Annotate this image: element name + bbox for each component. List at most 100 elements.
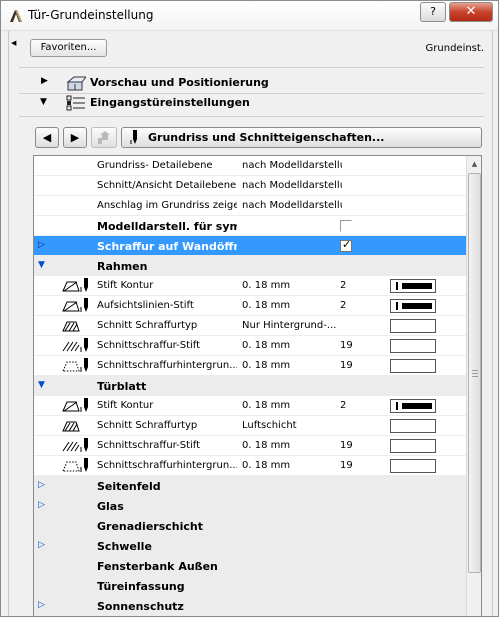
group-row[interactable]: ▷ Glas xyxy=(34,496,466,516)
group-row[interactable]: Fensterbank Außen xyxy=(34,556,466,576)
empty-preview-box[interactable] xyxy=(390,359,436,373)
property-row[interactable]: Schnittschraffurhintergrun... 0. 18 mm 19 xyxy=(34,356,466,376)
previous-page-button[interactable]: ◀ xyxy=(35,127,59,148)
favorites-button[interactable]: Favoriten... xyxy=(30,39,107,57)
door-preview-icon xyxy=(66,76,86,91)
property-value[interactable]: 0. 18 mm xyxy=(242,340,342,351)
thumb-grip xyxy=(472,373,478,374)
property-value[interactable]: 0. 18 mm xyxy=(242,300,342,311)
close-button[interactable]: ✕ xyxy=(449,2,493,22)
pen-tick xyxy=(396,282,398,290)
property-row[interactable]: Schnitt Schraffurtyp Luftschicht xyxy=(34,416,466,436)
pen-number[interactable]: 19 xyxy=(340,460,360,471)
divider xyxy=(19,67,484,68)
collapse-left-icon[interactable]: ◀ xyxy=(11,39,16,47)
property-row[interactable]: Modelldarstell. für sym... xyxy=(34,216,466,236)
pen-icon xyxy=(80,298,90,313)
property-row[interactable]: Anschlag im Grundriss zeigen nach Modelld… xyxy=(34,196,466,216)
pen-icon xyxy=(80,458,90,473)
property-row[interactable]: Stift Kontur 0. 18 mm 2 xyxy=(34,276,466,296)
pen-line-preview[interactable] xyxy=(390,279,436,293)
vertical-scrollbar[interactable]: ▲ xyxy=(466,156,481,616)
triangle-right-icon[interactable]: ▷ xyxy=(38,540,45,550)
triangle-right-icon[interactable]: ▷ xyxy=(38,480,45,490)
property-row[interactable]: Grundriss- Detailebene nach Modelldarstel… xyxy=(34,156,466,176)
triangle-right-icon[interactable]: ▷ xyxy=(38,500,45,510)
property-row[interactable]: Stift Kontur 0. 18 mm 2 xyxy=(34,396,466,416)
property-label: Aufsichtslinien-Stift xyxy=(97,300,194,311)
thumb-grip xyxy=(472,376,478,377)
panel-title: Grundriss und Schnitteigenschaften... xyxy=(148,131,385,144)
property-row[interactable]: ▷ Schraffur auf Wandöffnung xyxy=(34,236,466,256)
triangle-down-icon[interactable]: ▼ xyxy=(38,260,45,270)
fill-type-icon xyxy=(62,459,80,472)
property-row[interactable]: Schnittschraffur-Stift 0. 18 mm 19 xyxy=(34,336,466,356)
divider xyxy=(19,116,484,117)
property-value[interactable]: nach Modelldarstellung xyxy=(242,160,342,171)
triangle-down-icon[interactable]: ▼ xyxy=(40,97,47,107)
group-row[interactable]: ▷ Schwelle xyxy=(34,536,466,556)
property-value[interactable]: Nur Hintergrund-... xyxy=(242,320,342,331)
property-label: Seitenfeld xyxy=(97,480,161,493)
triangle-right-icon[interactable]: ▶ xyxy=(41,76,48,86)
scrollbar-thumb[interactable] xyxy=(468,173,481,573)
up-level-button[interactable] xyxy=(91,127,117,148)
pen-tick xyxy=(396,302,398,310)
empty-preview-box[interactable] xyxy=(390,439,436,453)
triangle-right-icon[interactable]: ▷ xyxy=(38,240,45,250)
empty-preview-box[interactable] xyxy=(390,419,436,433)
property-value[interactable]: Luftschicht xyxy=(242,420,342,431)
empty-preview-box[interactable] xyxy=(390,459,436,473)
property-value[interactable]: nach Modelldarstellung xyxy=(242,180,342,191)
checkbox[interactable] xyxy=(340,220,352,232)
property-value[interactable]: 0. 18 mm xyxy=(242,460,342,471)
pen-number[interactable]: 2 xyxy=(340,400,360,411)
pen-line-preview[interactable] xyxy=(390,399,436,413)
checkbox[interactable] xyxy=(340,238,352,252)
empty-preview-box[interactable] xyxy=(390,339,436,353)
pen-icon xyxy=(80,398,90,413)
pen-line-preview[interactable] xyxy=(390,299,436,313)
property-label: Schnittschraffurhintergrun... xyxy=(97,460,237,471)
group-row[interactable]: ▷ Sonnenschutz xyxy=(34,596,466,616)
section-entrance-door-settings[interactable]: ▼ Eingangstüreinstellungen xyxy=(33,94,483,112)
group-row[interactable]: ▷ Seitenfeld xyxy=(34,476,466,496)
pen-number[interactable]: 2 xyxy=(340,280,360,291)
help-button[interactable]: ? xyxy=(420,2,446,22)
empty-preview-box[interactable] xyxy=(390,319,436,333)
group-row[interactable]: ▼ Türblatt xyxy=(34,376,466,396)
pen-number[interactable]: 19 xyxy=(340,440,360,451)
floorplan-section-properties-button[interactable]: Grundriss und Schnitteigenschaften... xyxy=(121,127,482,148)
property-row[interactable]: Schnitt/Ansicht Detailebene nach Modellda… xyxy=(34,176,466,196)
property-label: Schraffur auf Wandöffnung xyxy=(97,240,237,253)
section-preview-positioning[interactable]: ▶ Vorschau und Positionierung xyxy=(33,74,483,92)
triangle-right-icon[interactable]: ▷ xyxy=(38,600,45,610)
property-label: Modelldarstell. für sym... xyxy=(97,220,237,233)
property-row[interactable]: Schnitt Schraffurtyp Nur Hintergrund-... xyxy=(34,316,466,336)
property-label: Schnitt Schraffurtyp xyxy=(97,420,198,431)
fill-type-icon xyxy=(62,339,80,352)
property-value[interactable]: 0. 18 mm xyxy=(242,400,342,411)
pen-icon xyxy=(130,130,137,144)
property-value[interactable]: 0. 18 mm xyxy=(242,280,342,291)
property-row[interactable]: Schnittschraffurhintergrun... 0. 18 mm 19 xyxy=(34,456,466,476)
triangle-down-icon[interactable]: ▼ xyxy=(38,380,45,390)
pen-number[interactable]: 2 xyxy=(340,300,360,311)
property-row[interactable]: Aufsichtslinien-Stift 0. 18 mm 2 xyxy=(34,296,466,316)
property-value[interactable]: nach Modelldarstellung xyxy=(242,200,342,211)
property-label: Anschlag im Grundriss zeigen xyxy=(97,200,237,211)
group-row[interactable]: Türeinfassung xyxy=(34,576,466,596)
property-table: Grundriss- Detailebene nach Modelldarstel… xyxy=(33,155,482,616)
scroll-up-arrow-icon[interactable]: ▲ xyxy=(467,156,481,172)
next-page-button[interactable]: ▶ xyxy=(63,127,87,148)
property-label: Sonnenschutz xyxy=(97,600,184,613)
property-label: Türblatt xyxy=(97,380,147,393)
pen-number[interactable]: 19 xyxy=(340,360,360,371)
property-value[interactable]: 0. 18 mm xyxy=(242,440,342,451)
property-row[interactable]: Schnittschraffur-Stift 0. 18 mm 19 xyxy=(34,436,466,456)
pen-icon xyxy=(80,338,90,353)
pen-number[interactable]: 19 xyxy=(340,340,360,351)
group-row[interactable]: ▼ Rahmen xyxy=(34,256,466,276)
property-value[interactable]: 0. 18 mm xyxy=(242,360,342,371)
group-row[interactable]: Grenadierschicht xyxy=(34,516,466,536)
